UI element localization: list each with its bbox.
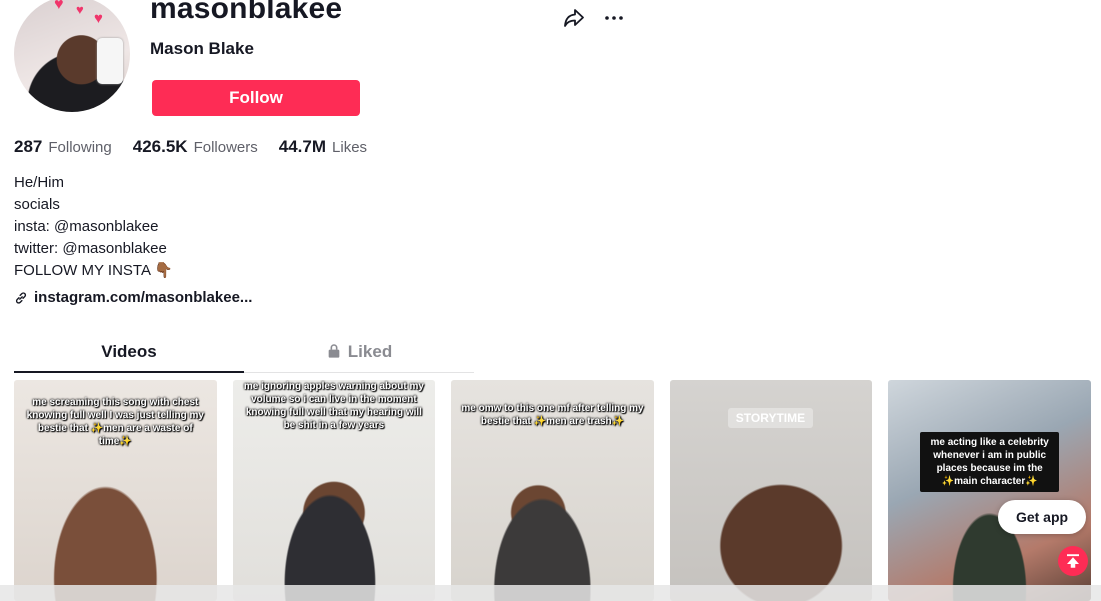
- following-label: Following: [48, 139, 112, 156]
- bio-line: socials: [14, 196, 60, 213]
- video-thumbnail[interactable]: me screaming this song with chest knowin…: [14, 380, 217, 601]
- stat-likes: 44.7M Likes: [279, 137, 367, 157]
- heart-icon: ♥: [76, 2, 84, 17]
- tab-liked-label: Liked: [347, 342, 393, 361]
- video-caption: me ignoring apples warning about my volu…: [243, 381, 424, 431]
- followers-label: Followers: [193, 139, 258, 156]
- link-icon: [15, 291, 27, 304]
- get-app-button[interactable]: Get app: [998, 500, 1086, 534]
- avatar[interactable]: ♥ ♥ ♥: [14, 0, 130, 112]
- heart-icon: ♥: [54, 0, 64, 13]
- back-to-top-icon: [1067, 554, 1079, 568]
- bottom-overlay: [0, 585, 1101, 601]
- video-thumbnail[interactable]: me ignoring apples warning about my volu…: [232, 380, 436, 601]
- following-count: 287: [14, 137, 43, 156]
- username: masonblakee: [150, 0, 343, 25]
- video-grid: me screaming this song with chest knowin…: [14, 380, 1091, 601]
- more-icon[interactable]: [602, 6, 626, 30]
- profile-stats: 287 Following 426.5K Followers 44.7M Likes: [14, 137, 367, 157]
- bio-line: He/Him: [14, 174, 65, 191]
- back-to-top-button[interactable]: [1058, 546, 1088, 576]
- bio-link[interactable]: instagram.com/masonblakee...: [14, 289, 252, 306]
- tab-videos[interactable]: Videos: [14, 336, 244, 373]
- stat-followers[interactable]: 426.5K Followers: [133, 137, 258, 157]
- tab-videos-label: Videos: [101, 342, 157, 361]
- bio-line: FOLLOW MY INSTA 👇🏾: [14, 262, 173, 279]
- bio-line: twitter: @masonblakee: [14, 240, 167, 257]
- nickname: Mason Blake: [150, 39, 254, 58]
- likes-count: 44.7M: [278, 137, 327, 156]
- profile-tabs: Videos Liked: [14, 336, 474, 373]
- stat-following[interactable]: 287 Following: [14, 137, 112, 157]
- phone-graphic: [97, 38, 123, 84]
- likes-label: Likes: [332, 139, 368, 156]
- video-caption: me screaming this song with chest knowin…: [26, 397, 204, 447]
- bio-link-text: instagram.com/masonblakee...: [34, 289, 253, 306]
- video-caption: me omw to this one mf after telling my b…: [461, 403, 644, 427]
- heart-icon: ♥: [94, 10, 103, 27]
- share-icon[interactable]: [562, 6, 586, 30]
- followers-count: 426.5K: [132, 137, 188, 156]
- bio-line: insta: @masonblakee: [14, 218, 159, 235]
- tab-liked[interactable]: Liked: [244, 336, 474, 372]
- video-thumbnail[interactable]: STORYTIME: [669, 380, 873, 601]
- lock-icon: [328, 344, 340, 358]
- video-caption: me acting like a celebrity whenever i am…: [920, 432, 1059, 492]
- bio: He/Him socials insta: @masonblakee twitt…: [14, 172, 173, 282]
- video-thumbnail[interactable]: me omw to this one mf after telling my b…: [451, 380, 654, 601]
- storytime-badge: STORYTIME: [727, 408, 814, 428]
- follow-button[interactable]: Follow: [152, 80, 360, 116]
